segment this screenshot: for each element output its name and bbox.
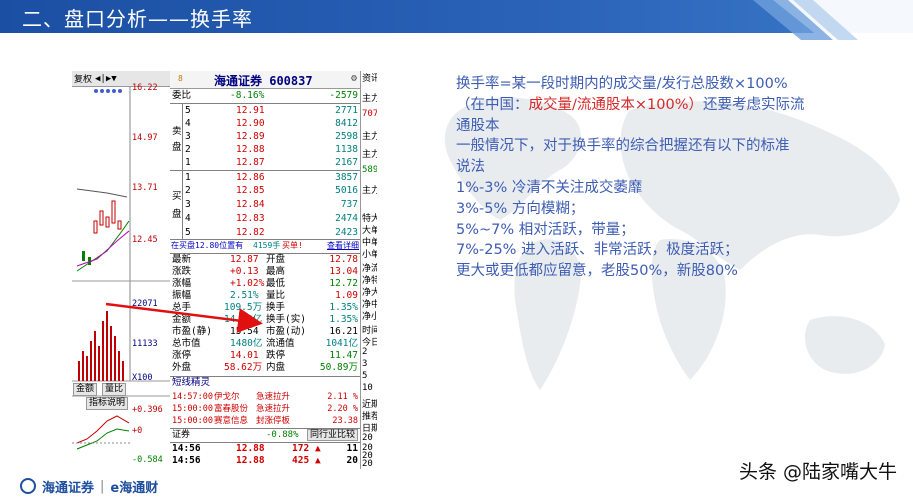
gear-icon[interactable]: ⚙ (351, 73, 357, 84)
industry-compare-button[interactable]: 同行业比较 (306, 429, 358, 441)
stat-row: 金额 14.12亿 换手(实) 1.35% (172, 314, 358, 325)
explain-china-formula: 成交量/流通股本×100%） (528, 96, 704, 113)
real-turnover-rate-value: 1.35% (329, 314, 358, 325)
news-title: 短线精灵 (172, 377, 211, 388)
tab-amount[interactable]: 金额 (73, 383, 98, 396)
explain-line-float: 通股本 (456, 117, 500, 134)
tab-indicator-help[interactable]: 指标说明 (86, 397, 129, 410)
bid-row: 5 12.82 2423 (185, 227, 358, 238)
turnover-rate-value: 1.35% (329, 302, 358, 313)
stat-row: 振幅 2.51% 量比 1.09 (172, 290, 358, 301)
volume-label-2: 11133 (132, 339, 158, 349)
bid-row: 3 12.84 737 (185, 199, 358, 210)
trading-terminal-screenshot: 复权 ◀|▶▼ 16.22 14.97 13.71 12.45 22071 11… (72, 71, 377, 469)
explain-item-1: 1%-3% 冷清不关注成交萎靡 (456, 179, 643, 196)
brand-separator: | (100, 478, 105, 494)
turnover-explanation: 换手率=某一段时期内的成交量/发行总股数×100% （在中国：成交量/流通股本×… (456, 74, 896, 282)
quote-panel: 8 海通证券 600837 ⚙ 委比 -8.16% -2579 卖 盘 5 12.… (170, 71, 360, 469)
watermark: 头条 @陆家嘴大牛 (738, 461, 897, 483)
tick-row: 14:56 12.88 425 ▲ 20 (172, 455, 358, 466)
indicator-label-1: +0.396 (132, 405, 163, 415)
price-label-2: 14.97 (132, 133, 158, 143)
indicator-label-2: +0 (132, 426, 143, 436)
indicator-label-3: -0.584 (132, 455, 163, 465)
ask-row: 4 12.90 8412 (185, 118, 358, 129)
explain-line-china: （在中国：成交量/流通股本×100%）还要考虑实际流 (456, 96, 805, 113)
slide-title-bar: 二、盘口分析——换手率 (0, 0, 913, 40)
haitong-logo-icon (20, 478, 36, 494)
brand-name: 海通证券 (42, 480, 95, 496)
ask-row: 1 12.87 2167 (185, 157, 358, 168)
stat-row: 总市值 1480亿 流通值 1041亿 (172, 338, 358, 349)
price-label-3: 13.71 (132, 183, 158, 193)
brand-footer: 海通证券 | e海通财 (20, 476, 158, 496)
stat-row: 涨跌 +0.13 最高 13.04 (172, 266, 358, 277)
quote-flag: 8 (178, 74, 183, 83)
big-buy-notice: 在买盘12.80位置有 4159手 买单! 查看详细 (171, 240, 359, 252)
explain-line-general: 一般情况下，对于换手率的综合把握还有以下的标准 (456, 138, 790, 155)
stat-row: 最新 12.87 开盘 12.78 (172, 254, 358, 265)
stat-row: 外盘 58.62万 内盘 50.89万 (172, 362, 358, 373)
stat-row: 总手 109.5万 换手 1.35% (172, 302, 358, 313)
tab-volume-ratio[interactable]: 量比 (102, 383, 127, 396)
explain-item-3: 5%~7% 相对活跃，带量； (456, 221, 635, 238)
brand-app-name: e海通财 (110, 480, 159, 496)
price-label-1: 16.22 (132, 83, 158, 93)
bid-row: 4 12.83 2474 (185, 213, 358, 224)
explain-item-2: 3%-5% 方向模糊； (456, 200, 585, 217)
slide-title: 二、盘口分析——换手率 (22, 7, 253, 31)
volume-bars (78, 311, 124, 381)
volume-unit-label: X100 (132, 373, 153, 383)
explain-item-5: 更大或更低都应留意，老股50%，新股80% (456, 263, 738, 280)
price-label-4: 12.45 (132, 235, 158, 245)
ask-row: 3 12.89 2598 (185, 131, 358, 142)
view-detail-link[interactable]: 查看详细 (327, 240, 359, 252)
bid-row: 1 12.86 3857 (185, 172, 358, 183)
news-row[interactable]: 14:57:00 伊戈尔 急速拉升 2.11 % (170, 391, 360, 403)
kline-panel: 复权 ◀|▶▼ 16.22 14.97 13.71 12.45 22071 11… (72, 71, 170, 469)
weibi-pct: -8.16% (230, 90, 265, 101)
tick-row: 14:56 12.88 172 ▲ 11 (172, 443, 358, 454)
explain-item-4: 7%-25% 进入活跃、非常活跃，极度活跃； (456, 242, 739, 259)
bid-row: 2 12.85 5016 (185, 185, 358, 196)
stat-row: 涨幅 +1.02% 最低 12.72 (172, 278, 358, 289)
quote-header: 8 海通证券 600837 ⚙ (170, 71, 360, 89)
news-row[interactable]: 15:00:00 赛意信息 封涨停板 23.38 (170, 415, 360, 427)
news-row[interactable]: 15:00:00 富春股份 急速拉升 2.20 % (170, 403, 360, 415)
candles (93, 200, 122, 234)
explain-line-formula: 换手率=某一段时期内的成交量/发行总股数×100% (456, 76, 788, 92)
sector-row: 证券 -0.88% 同行业比较 (170, 429, 360, 441)
weibi-row: 委比 -8.16% -2579 (172, 90, 358, 101)
explain-line-saying: 说法 (456, 159, 485, 176)
stat-row: 市盈(静) 15.54 市盈(动) 16.21 (172, 326, 358, 337)
kline-markers (94, 89, 122, 93)
ask-row: 5 12.91 2771 (185, 105, 358, 116)
stock-name-code: 海通证券 600837 (214, 74, 313, 88)
stat-row: 涨停 14.01 跌停 11.47 (172, 350, 358, 361)
weibi-diff: -2579 (329, 90, 358, 101)
ask-row: 2 12.88 1138 (185, 144, 358, 155)
fund-flow-strip: 资讯 主力 707 主力 主力 589 主力 特大 大单 中单 小单 净流 净特… (360, 71, 377, 469)
title-decoration (753, 0, 913, 40)
volume-label-1: 22071 (132, 299, 158, 309)
